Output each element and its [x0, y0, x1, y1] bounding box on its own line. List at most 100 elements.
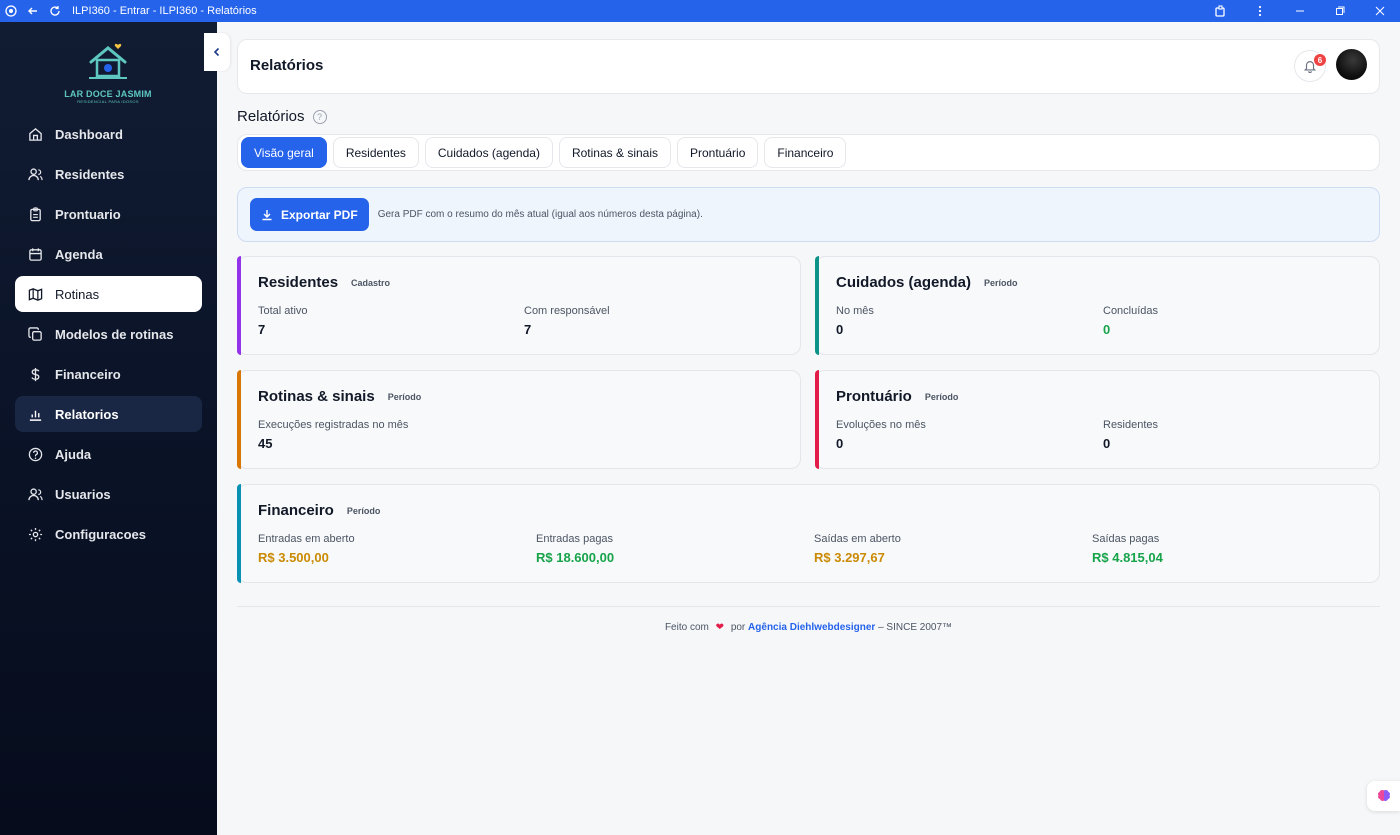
browser-app-icon	[0, 0, 22, 22]
restore-icon[interactable]	[1320, 0, 1360, 22]
tab-cuidados[interactable]: Cuidados (agenda)	[424, 137, 553, 168]
sidebar-item-rotinas[interactable]: Rotinas	[15, 276, 202, 312]
sidebar: LAR DOCE JASMIM RESIDENCIAL PARA IDOSOS …	[0, 22, 217, 835]
sidebar-item-label: Usuarios	[55, 486, 111, 502]
house-logo-icon	[89, 43, 127, 79]
metric-label: Evoluções no mês	[836, 419, 926, 431]
sidebar-item-label: Modelos de rotinas	[55, 326, 174, 342]
sidebar-item-relatorios[interactable]: Relatorios	[15, 396, 202, 432]
export-bar: Exportar PDF Gera PDF com o resumo do mê…	[237, 187, 1380, 242]
metric-label: Saídas em aberto	[814, 533, 901, 545]
sidebar-item-ajuda[interactable]: Ajuda	[15, 436, 202, 472]
header-title: Relatórios	[250, 57, 324, 74]
card-prontuario: Prontuário Período Evoluções no mês 0 Re…	[815, 370, 1380, 469]
export-hint: Gera PDF com o resumo do mês atual (igua…	[377, 209, 703, 220]
card-title: Residentes Cadastro	[258, 274, 390, 291]
card-title-text: Financeiro	[258, 502, 334, 519]
card-accent-bar	[815, 370, 819, 469]
card-tag: Período	[346, 505, 381, 516]
sidebar-item-label: Rotinas	[55, 286, 100, 302]
metric-label: No mês	[836, 305, 874, 317]
card-title: Financeiro Período	[258, 502, 380, 519]
minimize-icon[interactable]	[1280, 0, 1320, 22]
metric-label: Residentes	[1103, 419, 1159, 431]
reload-icon[interactable]	[44, 0, 66, 22]
page-title-text: Relatórios	[237, 108, 305, 125]
tab-rotinas-sinais[interactable]: Rotinas & sinais	[558, 137, 671, 168]
page-header: Relatórios 6	[237, 39, 1380, 94]
card-tag: Período	[387, 391, 422, 402]
metric-value: 0	[1103, 322, 1111, 337]
sidebar-item-label: Prontuario	[55, 206, 121, 222]
sidebar-item-label: Financeiro	[55, 366, 121, 382]
card-cuidados: Cuidados (agenda) Período No mês 0 Concl…	[815, 256, 1380, 355]
metric-entradas-aberto: Entradas em aberto R$ 3.500,00	[258, 533, 355, 565]
card-tag: Período	[984, 277, 1018, 288]
sidebar-item-agenda[interactable]: Agenda	[15, 236, 202, 272]
card-financeiro: Financeiro Período Entradas em aberto R$…	[237, 484, 1380, 583]
tab-visao-geral[interactable]: Visão geral	[241, 137, 327, 168]
metric-value: 7	[258, 322, 266, 337]
calendar-icon	[27, 246, 43, 262]
card-accent-bar	[237, 484, 241, 583]
footer-since: – SINCE 2007™	[878, 622, 953, 633]
card-title-text: Rotinas & sinais	[258, 388, 375, 405]
back-arrow-icon[interactable]	[22, 0, 44, 22]
tab-prontuario[interactable]: Prontuário	[677, 137, 759, 168]
metric-evolucoes: Evoluções no mês 0	[836, 419, 926, 451]
brand-logo[interactable]: LAR DOCE JASMIM RESIDENCIAL PARA IDOSOS	[62, 42, 154, 112]
metric-label: Total ativo	[258, 305, 308, 317]
export-pdf-button[interactable]: Exportar PDF	[250, 198, 369, 231]
close-icon[interactable]	[1360, 0, 1400, 22]
footer-divider	[237, 606, 1380, 607]
card-title: Cuidados (agenda) Período	[836, 274, 1018, 291]
sidebar-item-usuarios[interactable]: Usuarios	[15, 476, 202, 512]
browser-title: ILPI360 - Entrar - ILPI360 - Relatórios	[72, 5, 257, 17]
metric-value: R$ 3.297,67	[814, 550, 885, 565]
more-options-icon[interactable]	[1240, 0, 1280, 22]
sidebar-item-configuracoes[interactable]: Configuracoes	[15, 516, 202, 552]
brand-name: LAR DOCE JASMIM	[64, 89, 152, 99]
metric-value: R$ 3.500,00	[258, 550, 329, 565]
card-accent-bar	[237, 256, 241, 355]
users-icon	[27, 486, 43, 502]
card-accent-bar	[815, 256, 819, 355]
metric-entradas-pagas: Entradas pagas R$ 18.600,00	[536, 533, 614, 565]
help-icon[interactable]: ?	[312, 109, 327, 124]
sidebar-item-label: Configuracoes	[55, 526, 147, 542]
metric-value: 7	[524, 322, 532, 337]
bar-chart-icon	[27, 406, 43, 422]
metric-concluidas: Concluídas 0	[1103, 305, 1158, 337]
tab-financeiro[interactable]: Financeiro	[764, 137, 847, 168]
download-icon	[261, 209, 273, 221]
metric-value: 0	[836, 322, 844, 337]
sidebar-item-prontuario[interactable]: Prontuario	[15, 196, 202, 232]
card-title-text: Prontuário	[836, 388, 912, 405]
settings-icon	[27, 526, 43, 542]
extensions-icon[interactable]	[1200, 0, 1240, 22]
collapse-sidebar-button[interactable]	[204, 33, 230, 71]
metric-residentes: Residentes 0	[1103, 419, 1158, 451]
export-pdf-label: Exportar PDF	[281, 207, 358, 222]
help-icon	[27, 446, 43, 462]
sidebar-item-residentes[interactable]: Residentes	[15, 156, 202, 192]
metric-no-mes: No mês 0	[836, 305, 874, 337]
card-title: Rotinas & sinais Período	[258, 388, 421, 405]
assistant-button[interactable]	[1367, 781, 1400, 811]
notification-badge: 6	[1313, 53, 1327, 67]
card-tag: Cadastro	[351, 277, 391, 288]
sidebar-item-dashboard[interactable]: Dashboard	[15, 116, 202, 152]
sidebar-item-modelos-de-rotinas[interactable]: Modelos de rotinas	[15, 316, 202, 352]
tab-residentes[interactable]: Residentes	[332, 137, 419, 168]
metric-label: Com responsável	[524, 305, 610, 317]
home-icon	[27, 126, 43, 142]
chevron-left-icon	[213, 47, 220, 57]
footer-made-with: Feito com	[664, 622, 709, 633]
footer-agency-link[interactable]: Agência Diehlwebdesigner	[748, 622, 875, 633]
sidebar-item-label: Agenda	[55, 246, 103, 262]
copy-icon	[27, 326, 43, 342]
footer-by: por	[730, 622, 746, 633]
sidebar-item-financeiro[interactable]: Financeiro	[15, 356, 202, 392]
brand-tagline: RESIDENCIAL PARA IDOSOS	[77, 99, 139, 104]
avatar[interactable]	[1336, 49, 1367, 80]
